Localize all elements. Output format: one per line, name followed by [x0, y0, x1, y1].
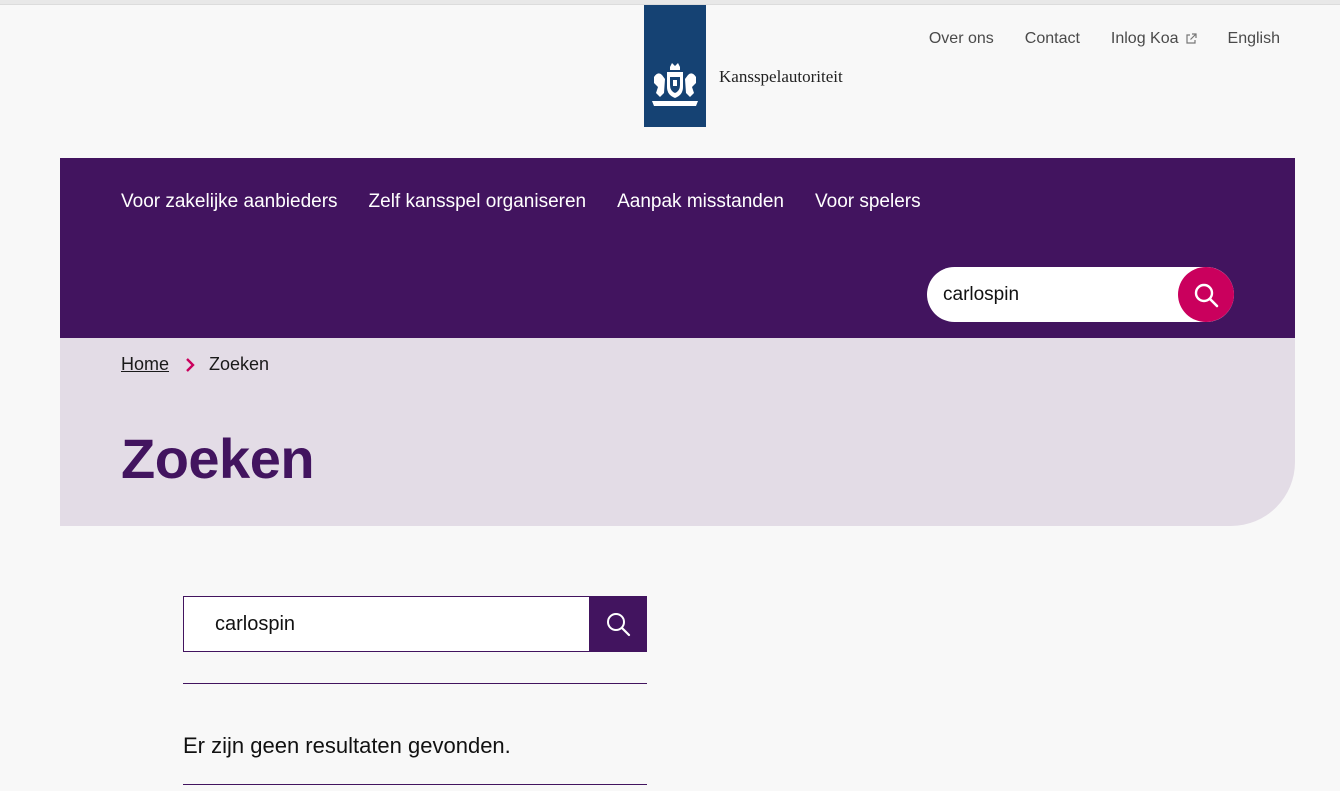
util-link-inlog-koa[interactable]: Inlog Koa [1111, 30, 1197, 48]
nav-zelf-kansspel-organiseren[interactable]: Zelf kansspel organiseren [369, 191, 587, 213]
main-header: Voor zakelijke aanbieders Zelf kansspel … [60, 158, 1295, 338]
divider [183, 683, 647, 684]
util-link-label: Over ons [928, 30, 994, 47]
util-link-label: English [1227, 30, 1280, 47]
main-nav: Voor zakelijke aanbieders Zelf kansspel … [121, 191, 921, 213]
hero: Home Zoeken Zoeken [60, 338, 1295, 526]
nav-voor-spelers[interactable]: Voor spelers [815, 191, 921, 213]
search-icon [1194, 283, 1219, 307]
util-link-label: Inlog Koa [1110, 30, 1179, 47]
logo-bar [644, 5, 706, 127]
search-input[interactable] [183, 596, 589, 652]
search-icon [607, 613, 631, 637]
search-form [183, 596, 647, 652]
util-link-contact[interactable]: Contact [1025, 30, 1080, 48]
util-link-english[interactable]: English [1228, 30, 1280, 48]
divider [183, 784, 647, 785]
breadcrumb: Home Zoeken [121, 354, 269, 375]
util-link-over-ons[interactable]: Over ons [929, 30, 994, 48]
chevron-right-icon [186, 357, 195, 372]
rijksoverheid-emblem-icon [652, 63, 698, 106]
org-name: Kansspelautoriteit [719, 67, 843, 86]
nav-aanpak-misstanden[interactable]: Aanpak misstanden [617, 191, 784, 213]
no-results-message: Er zijn geen resultaten gevonden. [183, 733, 511, 758]
breadcrumb-current: Zoeken [209, 354, 270, 374]
utility-nav: Over ons Contact Inlog Koa English [929, 30, 1280, 48]
util-link-label: Contact [1024, 30, 1080, 47]
header-search-button[interactable] [1178, 267, 1234, 322]
header-search [927, 267, 1234, 322]
search-button[interactable] [589, 596, 647, 652]
header-search-input[interactable] [943, 283, 1163, 306]
page-title: Zoeken [121, 427, 315, 490]
nav-voor-zakelijke-aanbieders[interactable]: Voor zakelijke aanbieders [121, 191, 338, 213]
external-link-icon [1185, 33, 1197, 44]
breadcrumb-home[interactable]: Home [121, 354, 169, 375]
